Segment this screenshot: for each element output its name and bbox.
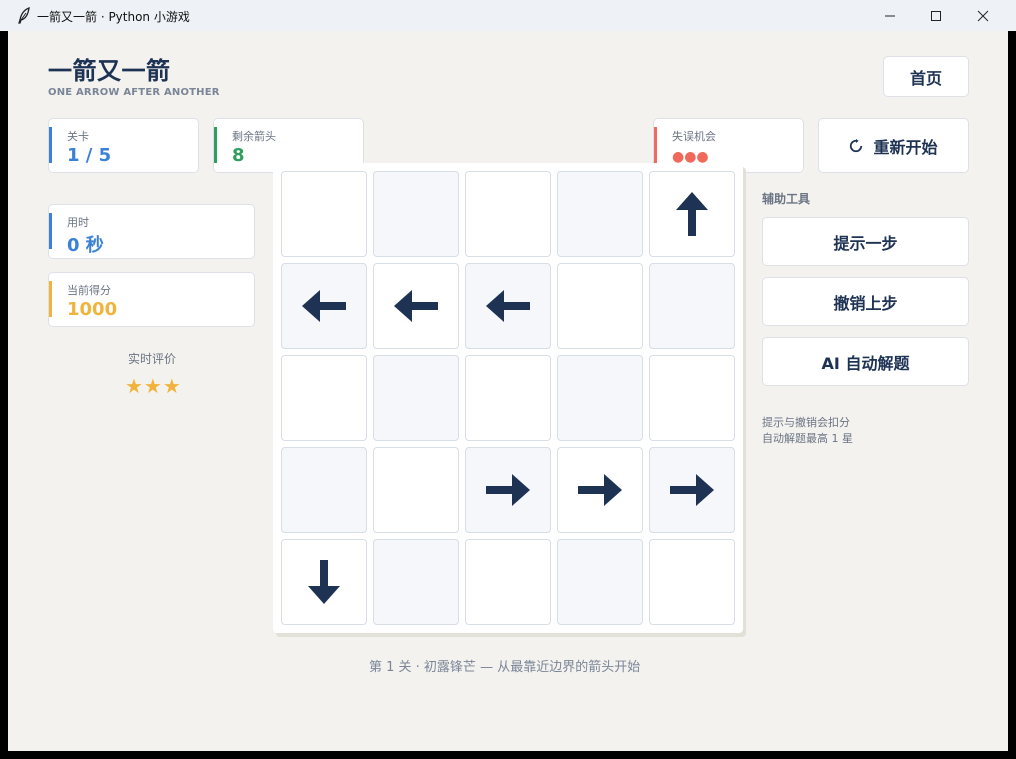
level-caption: 第 1 关 · 初露锋芒 — 从最靠近边界的箭头开始 [369, 660, 641, 675]
rating-label: 实时评价 [128, 352, 177, 366]
time-accent-bar [49, 213, 52, 249]
board-cell[interactable] [373, 447, 459, 533]
auto-solve-note: 自动解题最高 1 星 [762, 432, 853, 445]
arrow-cell-right[interactable] [557, 447, 643, 533]
board-cell[interactable] [649, 539, 735, 625]
board-cell[interactable] [649, 355, 735, 441]
window-titlebar: 一箭又一箭 · Python 小游戏 [0, 0, 1016, 31]
arrow-left-icon [394, 290, 438, 322]
board-cell[interactable] [281, 171, 367, 257]
arrow-right-icon [670, 474, 714, 506]
game-window: 一箭又一箭 ONE ARROW AFTER ANOTHER 首页 关卡 1 / … [8, 31, 1008, 751]
arrow-cell-right[interactable] [649, 447, 735, 533]
close-button[interactable] [960, 0, 1006, 31]
score-accent-bar [49, 281, 52, 317]
score-value: 1000 [67, 299, 118, 320]
level-label: 关卡 [67, 130, 89, 143]
board-cell[interactable] [465, 355, 551, 441]
app-subtitle: ONE ARROW AFTER ANOTHER [48, 87, 220, 98]
hint-button-label: 提示一步 [833, 233, 898, 253]
arrow-cell-down[interactable] [281, 539, 367, 625]
time-label: 用时 [67, 216, 89, 229]
score-card: 当前得分 1000 [48, 272, 255, 327]
minimize-button[interactable] [867, 0, 913, 31]
mistakes-accent-bar [654, 127, 657, 163]
home-button-label: 首页 [909, 68, 942, 88]
board-cell[interactable] [557, 263, 643, 349]
board-cell[interactable] [557, 355, 643, 441]
score-label: 当前得分 [67, 284, 111, 297]
arrow-cell-left[interactable] [281, 263, 367, 349]
window-title: 一箭又一箭 · Python 小游戏 [37, 10, 190, 24]
hint-button[interactable]: 提示一步 [762, 217, 969, 266]
close-icon [977, 10, 989, 21]
board-cell[interactable] [465, 171, 551, 257]
rating-stars: ★★★ [125, 374, 182, 398]
minimize-icon [885, 15, 895, 16]
board-cell[interactable] [373, 171, 459, 257]
undo-button[interactable]: 撤销上步 [762, 277, 969, 326]
board-cell[interactable] [649, 263, 735, 349]
tools-label: 辅助工具 [762, 192, 811, 206]
board-cell[interactable] [373, 355, 459, 441]
arrow-right-icon [578, 474, 622, 506]
ai-solve-button[interactable]: AI 自动解题 [762, 337, 969, 386]
arrow-cell-right[interactable] [465, 447, 551, 533]
game-board [273, 163, 743, 633]
board-cell[interactable] [281, 447, 367, 533]
board-cell[interactable] [373, 539, 459, 625]
arrow-cell-left[interactable] [465, 263, 551, 349]
board-cell[interactable] [465, 539, 551, 625]
undo-button-label: 撤销上步 [833, 293, 898, 313]
board-cell[interactable] [281, 355, 367, 441]
feather-icon [18, 7, 30, 24]
restart-button-label: 重新开始 [873, 137, 938, 157]
maximize-button[interactable] [913, 0, 959, 31]
board-cell[interactable] [557, 539, 643, 625]
time-value: 0 秒 [67, 235, 104, 256]
arrow-up-icon [676, 192, 708, 236]
remaining-value: 8 [232, 145, 245, 166]
board-cell[interactable] [557, 171, 643, 257]
app-title: 一箭又一箭 [48, 57, 171, 85]
arrow-left-icon [302, 290, 346, 322]
remaining-accent-bar [214, 127, 217, 163]
level-accent-bar [49, 127, 52, 163]
remaining-label: 剩余箭头 [232, 130, 276, 143]
arrow-cell-up[interactable] [649, 171, 735, 257]
arrow-right-icon [486, 474, 530, 506]
arrow-down-icon [308, 560, 340, 604]
restart-button[interactable]: 重新开始 [818, 118, 969, 173]
home-button[interactable]: 首页 [883, 56, 969, 97]
arrow-cell-left[interactable] [373, 263, 459, 349]
time-card: 用时 0 秒 [48, 204, 255, 259]
maximize-icon [931, 10, 941, 21]
level-card: 关卡 1 / 5 [48, 118, 199, 173]
refresh-icon [850, 138, 863, 152]
mistakes-label: 失误机会 [672, 130, 716, 143]
ai-solve-button-label: AI 自动解题 [821, 353, 910, 373]
arrow-left-icon [486, 290, 530, 322]
level-value: 1 / 5 [67, 145, 112, 166]
penalty-note: 提示与撤销会扣分 [762, 416, 850, 429]
